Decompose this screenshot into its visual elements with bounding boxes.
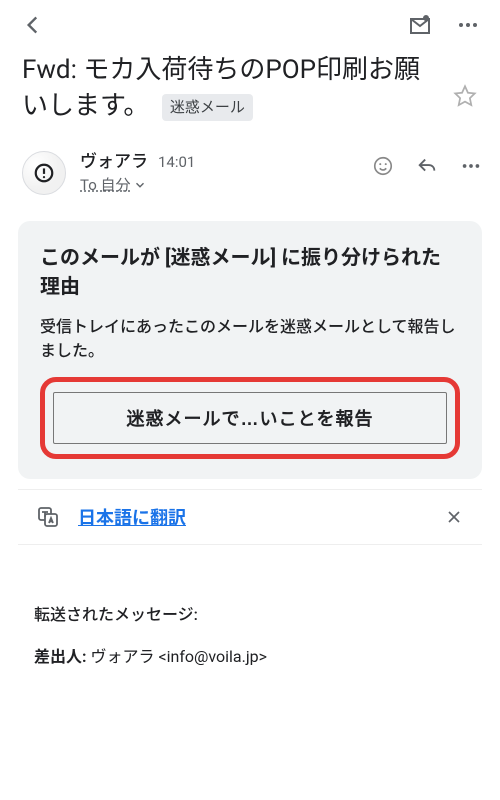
to-line[interactable]: To 自分 [80, 175, 147, 195]
close-icon[interactable] [444, 507, 464, 527]
translate-row: 日本語に翻訳 [18, 489, 482, 545]
highlight-frame: 迷惑メールで…いことを報告 [40, 377, 460, 459]
forwarded-from: 差出人: ヴォアラ <info@voila.jp> [34, 643, 466, 667]
reply-icon[interactable] [416, 155, 438, 177]
from-label: 差出人: [34, 647, 87, 666]
spam-desc: 受信トレイにあったこのメールを迷惑メールとして報告しました。 [40, 315, 460, 363]
email-body: 転送されたメッセージ: 差出人: ヴォアラ <info@voila.jp> [0, 545, 500, 667]
forwarded-heading: 転送されたメッセージ: [34, 601, 466, 625]
subject-row: Fwd: モカ入荷待ちのPOP印刷お願いします。 迷惑メール [0, 44, 500, 137]
translate-icon [36, 505, 60, 529]
emoji-icon[interactable] [372, 155, 394, 177]
sender-actions [372, 155, 482, 177]
star-icon[interactable] [452, 83, 478, 109]
toolbar [0, 0, 500, 44]
sender-time: 14:01 [158, 153, 195, 171]
from-value: ヴォアラ <info@voila.jp> [87, 647, 268, 666]
spam-badge: 迷惑メール [162, 94, 253, 121]
spam-card: このメールが [迷惑メール] に振り分けられた理由 受信トレイにあったこのメール… [18, 221, 482, 479]
sender-name: ヴォアラ [80, 152, 148, 172]
sender-info: ヴォアラ 14:01 To 自分 [80, 151, 358, 196]
spam-title: このメールが [迷惑メール] に振り分けられた理由 [40, 243, 460, 301]
subject-text: Fwd: モカ入荷待ちのPOP印刷お願いします。 迷惑メール [22, 52, 444, 125]
to-text: To 自分 [80, 175, 131, 195]
translate-link[interactable]: 日本語に翻訳 [78, 504, 186, 530]
more-icon[interactable] [456, 13, 480, 37]
message-more-icon[interactable] [460, 155, 482, 177]
sender-row: ヴォアラ 14:01 To 自分 [0, 137, 500, 204]
chevron-down-icon [133, 178, 147, 192]
avatar[interactable] [22, 151, 66, 195]
archive-icon[interactable] [408, 13, 432, 37]
not-spam-button[interactable]: 迷惑メールで…いことを報告 [53, 392, 447, 444]
back-icon[interactable] [20, 12, 46, 38]
